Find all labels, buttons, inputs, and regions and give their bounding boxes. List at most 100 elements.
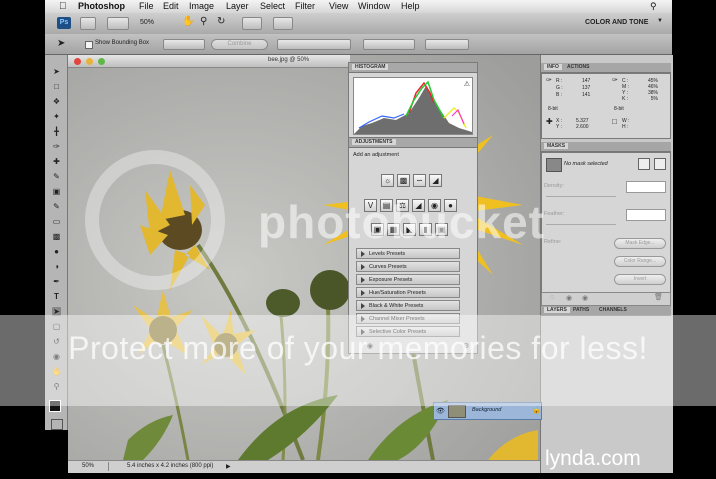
- paths-tab[interactable]: PATHS: [573, 307, 589, 313]
- status-zoom[interactable]: 50%: [82, 463, 94, 469]
- eyedropper-cmyk-icon: ✑: [612, 77, 618, 84]
- menu-filter[interactable]: Filter: [295, 1, 315, 11]
- bounding-box-checkbox[interactable]: [85, 41, 93, 49]
- options-bar: ➤ Show Bounding Box Combine: [45, 34, 672, 55]
- path-operations-group[interactable]: [163, 39, 205, 50]
- histogram-tab[interactable]: HISTOGRAM: [352, 64, 389, 70]
- curves-icon[interactable]: ∽: [413, 174, 426, 187]
- delete-mask-icon[interactable]: 🗑: [654, 293, 663, 301]
- menu-image[interactable]: Image: [189, 1, 214, 11]
- watermark-text: Protect more of your memories for less!: [68, 330, 648, 366]
- actions-tab[interactable]: ACTIONS: [567, 64, 590, 70]
- app-menu[interactable]: Photoshop: [78, 1, 125, 11]
- pixel-mask-button[interactable]: [638, 158, 650, 170]
- color-range-button[interactable]: Color Range...: [614, 256, 666, 267]
- hue-saturation-presets[interactable]: Hue/Saturation Presets: [356, 287, 460, 298]
- apply-mask-icon[interactable]: ◉: [566, 294, 572, 302]
- quick-select-tool-icon[interactable]: ✦: [52, 112, 61, 121]
- eyedropper-tool-icon[interactable]: ✑: [52, 142, 61, 151]
- healing-brush-tool-icon[interactable]: ✚: [52, 157, 61, 166]
- exposure-presets[interactable]: Exposure Presets: [356, 274, 460, 285]
- disable-mask-icon[interactable]: ◉: [582, 294, 588, 302]
- expand-triangle-icon: [361, 289, 365, 296]
- info-tab-bar: INFO ACTIONS: [541, 63, 671, 73]
- brush-tool-icon[interactable]: ✎: [52, 172, 61, 181]
- menu-file[interactable]: File: [139, 1, 154, 11]
- load-selection-icon[interactable]: ◌: [550, 294, 554, 301]
- feather-field[interactable]: [626, 209, 666, 221]
- menu-help[interactable]: Help: [401, 1, 420, 11]
- curves-presets[interactable]: Curves Presets: [356, 261, 460, 272]
- density-slider[interactable]: [546, 196, 616, 197]
- rotate-view-icon[interactable]: ↻: [217, 16, 225, 27]
- xy-labels: X : Y :: [556, 118, 563, 130]
- zoom-window-button[interactable]: [98, 58, 105, 65]
- masks-panel: No mask selected Density: Feather: Refin…: [541, 152, 671, 294]
- wh-labels: W : H :: [622, 118, 630, 130]
- apple-icon[interactable]: : [59, 1, 67, 12]
- menu-select[interactable]: Select: [260, 1, 285, 11]
- adjustments-tab[interactable]: ADJUSTMENTS: [352, 139, 396, 145]
- workspace-chevron-icon[interactable]: ▼: [657, 18, 663, 24]
- visibility-eye-icon[interactable]: 👁: [436, 407, 445, 415]
- add-adjustment-label: Add an adjustment: [353, 152, 399, 158]
- dodge-tool-icon[interactable]: ◑: [52, 262, 61, 271]
- zoom-level-select[interactable]: 50%: [140, 19, 154, 26]
- black-white-presets[interactable]: Black & White Presets: [356, 300, 460, 311]
- channels-tab[interactable]: CHANNELS: [599, 307, 627, 313]
- marquee-tool-icon[interactable]: □: [52, 82, 61, 91]
- clone-stamp-tool-icon[interactable]: ▣: [52, 187, 61, 196]
- status-arrow-icon[interactable]: ▶: [226, 463, 231, 470]
- auto-align-button[interactable]: [425, 39, 469, 50]
- close-window-button[interactable]: [74, 58, 81, 65]
- minimize-window-button[interactable]: [86, 58, 93, 65]
- quick-mask-button[interactable]: [51, 419, 63, 430]
- invert-button[interactable]: Invert: [614, 274, 666, 285]
- histogram-graph: ⚠: [353, 77, 473, 135]
- align-buttons-group[interactable]: [277, 39, 351, 50]
- document-title-bar[interactable]: bee.jpg @ 50%: [68, 55, 350, 68]
- layer-thumbnail: [448, 405, 466, 418]
- layers-tab[interactable]: LAYERS: [544, 307, 570, 313]
- eraser-tool-icon[interactable]: ▭: [52, 217, 61, 226]
- menu-edit[interactable]: Edit: [163, 1, 179, 11]
- density-field[interactable]: [626, 181, 666, 193]
- menu-layer[interactable]: Layer: [226, 1, 249, 11]
- levels-presets[interactable]: Levels Presets: [356, 248, 460, 259]
- vector-mask-button[interactable]: [654, 158, 666, 170]
- pen-tool-icon[interactable]: ✒: [52, 277, 61, 286]
- arrange-documents-button[interactable]: [242, 17, 262, 30]
- mask-edge-button[interactable]: Mask Edge...: [614, 238, 666, 249]
- screen-mode-button[interactable]: [273, 17, 293, 30]
- menu-window[interactable]: Window: [358, 1, 390, 11]
- view-extras-button[interactable]: [107, 17, 129, 30]
- crop-tool-icon[interactable]: ╋: [52, 127, 61, 136]
- masks-tab[interactable]: MASKS: [544, 143, 569, 149]
- launch-bridge-button[interactable]: [80, 17, 96, 30]
- exposure-icon[interactable]: ◢: [429, 174, 442, 187]
- combine-button[interactable]: Combine: [211, 39, 268, 50]
- density-label: Density:: [544, 183, 564, 189]
- feather-slider[interactable]: [546, 224, 616, 225]
- application-bar: Ps 50% ✋ ⚲ ↻ COLOR AND TONE ▼: [45, 13, 672, 35]
- move-tool-icon[interactable]: ➤: [52, 67, 61, 76]
- cmyk-values: 45% 46% 38% 5%: [648, 78, 659, 102]
- lasso-tool-icon[interactable]: ❖: [52, 97, 61, 106]
- info-tab[interactable]: INFO: [544, 64, 562, 70]
- brightness-contrast-icon[interactable]: ☼: [381, 174, 394, 187]
- rgb-labels: R : G : B :: [556, 78, 563, 98]
- move-tool-icon[interactable]: ➤: [57, 38, 65, 49]
- history-brush-tool-icon[interactable]: ✎: [52, 202, 61, 211]
- menu-view[interactable]: View: [329, 1, 348, 11]
- levels-icon[interactable]: ▩: [397, 174, 410, 187]
- cmyk-labels: C : M : Y : K :: [622, 78, 629, 102]
- gradient-tool-icon[interactable]: ▩: [52, 232, 61, 241]
- distribute-buttons-group[interactable]: [363, 39, 415, 50]
- histogram-warning-icon[interactable]: ⚠: [464, 80, 470, 88]
- workspace-switcher[interactable]: COLOR AND TONE: [585, 19, 648, 26]
- zoom-tool-icon[interactable]: ⚲: [200, 16, 207, 27]
- type-tool-icon[interactable]: T: [52, 292, 61, 301]
- blur-tool-icon[interactable]: ●: [52, 247, 61, 256]
- hand-tool-icon[interactable]: ✋: [182, 16, 194, 27]
- spotlight-icon[interactable]: ⚲: [650, 1, 657, 12]
